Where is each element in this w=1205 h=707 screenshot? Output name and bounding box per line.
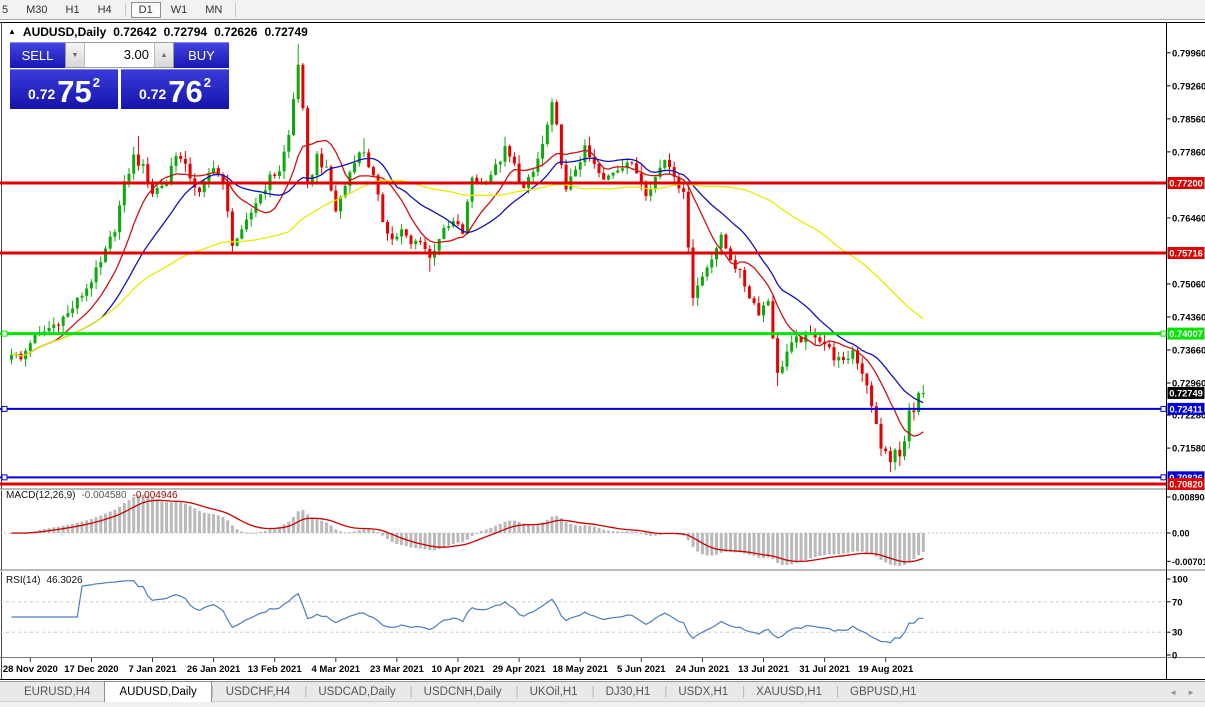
volume-input[interactable]: 3.00 [85,43,154,67]
chart-tab-dj30-h1[interactable]: DJ30,H1 [592,682,665,702]
svg-text:100: 100 [1172,575,1188,586]
chart-tab-usdcnh-daily[interactable]: USDCNH,Daily [410,682,516,702]
svg-text:24 Jun 2021: 24 Jun 2021 [675,664,730,675]
svg-text:29 Apr 2021: 29 Apr 2021 [493,664,547,675]
sell-button[interactable]: SELL [10,42,65,68]
svg-text:13 Jul 2021: 13 Jul 2021 [738,664,789,675]
macd-indicator-label: MACD(12,26,9) -0.004580 -0.004946 [6,490,178,501]
chart-tab-ukoil-h1[interactable]: UKOil,H1 [516,682,592,702]
svg-text:0.75716: 0.75716 [1169,249,1203,259]
buy-price-prefix: 0.72 [139,86,166,102]
svg-text:0.79260: 0.79260 [1172,81,1205,92]
timeframe-button-m30[interactable]: M30 [18,2,55,18]
chart-tab-xauusd-h1[interactable]: XAUUSD,H1 [742,682,836,702]
one-click-trade-panel: SELL ▼ 3.00 ▲ BUY 0.72 75 2 0.72 76 2 [10,42,229,109]
svg-text:28 Nov 2020: 28 Nov 2020 [3,664,58,675]
mt4-window: 0.008904 0.00 -0.00701 100 70 30 0 0.79960 0.792… [0,0,1205,707]
chart-tab-usdcad-daily[interactable]: USDCAD,Daily [304,682,409,702]
rsi-indicator-label: RSI(14) 46.3026 [6,575,83,586]
svg-text:4 Mar 2021: 4 Mar 2021 [312,664,361,675]
chart-title: ▲ AUDUSD,Daily 0.72642 0.72794 0.72626 0… [8,25,308,39]
timeframe-button-d1[interactable]: D1 [131,2,161,18]
buy-button[interactable]: BUY [174,42,229,68]
volume-increase-icon[interactable]: ▲ [154,43,173,67]
timeframe-button-mn[interactable]: MN [197,2,230,18]
sell-price-prefix: 0.72 [28,86,55,102]
chart-tabs: EURUSD,H4AUDUSD,DailyUSDCHF,H4USDCAD,Dai… [0,682,930,702]
svg-text:0.008904: 0.008904 [1172,493,1205,503]
ohlc-low: 0.72626 [214,25,257,39]
timeframe-button-w1[interactable]: W1 [163,2,196,18]
chart-tab-usdchf-h4[interactable]: USDCHF,H4 [212,682,305,702]
toolbar-separator [235,3,236,17]
svg-text:0.77860: 0.77860 [1172,147,1205,158]
chart-tab-audusd-daily[interactable]: AUDUSD,Daily [104,681,211,702]
svg-text:18 May 2021: 18 May 2021 [552,664,608,675]
svg-text:26 Jan 2021: 26 Jan 2021 [187,664,241,675]
svg-text:7 Jan 2021: 7 Jan 2021 [128,664,177,675]
svg-text:30: 30 [1172,628,1183,639]
svg-text:-0.00701: -0.00701 [1172,557,1205,567]
buy-price-button[interactable]: 0.72 76 2 [121,69,229,109]
toolbar-separator [125,3,126,17]
tab-scroll-arrows: ◄ ► [1169,682,1205,702]
sell-price-big: 75 [57,78,91,106]
volume-spinner: ▼ 3.00 ▲ [65,42,174,68]
chart-tab-eurusd-h4[interactable]: EURUSD,H4 [10,682,104,702]
svg-text:0.70820: 0.70820 [1169,479,1203,489]
buy-price-big: 76 [168,78,202,106]
macd-value-main: -0.004580 [81,490,126,501]
svg-text:0.78560: 0.78560 [1172,114,1205,125]
chart-tab-bar: EURUSD,H4AUDUSD,DailyUSDCHF,H4USDCAD,Dai… [0,681,1205,702]
svg-text:0.72411: 0.72411 [1169,404,1202,414]
svg-text:0.74007: 0.74007 [1169,329,1203,339]
svg-text:0: 0 [1172,651,1177,662]
sell-price-button[interactable]: 0.72 75 2 [10,69,118,109]
tab-scroll-right-icon[interactable]: ► [1187,688,1195,697]
svg-text:0.77200: 0.77200 [1169,179,1203,189]
collapse-icon[interactable]: ▲ [8,27,16,36]
rsi-name: RSI(14) [6,575,40,586]
timeframe-button-h4[interactable]: H4 [90,2,120,18]
rsi-value: 46.3026 [46,575,82,586]
svg-text:0.00: 0.00 [1172,529,1190,539]
svg-text:0.75060: 0.75060 [1172,279,1205,290]
macd-name: MACD(12,26,9) [6,490,75,501]
timeframe-button-5[interactable]: 5 [0,2,16,18]
svg-text:0.72749: 0.72749 [1169,388,1203,398]
ohlc-open: 0.72642 [113,25,156,39]
chart-symbol: AUDUSD,Daily [23,25,106,39]
svg-text:70: 70 [1172,597,1183,608]
ohlc-close: 0.72749 [264,25,307,39]
svg-text:31 Jul 2021: 31 Jul 2021 [799,664,850,675]
svg-text:0.73660: 0.73660 [1172,345,1205,356]
svg-text:0.71580: 0.71580 [1172,444,1205,455]
volume-decrease-icon[interactable]: ▼ [66,43,85,67]
tab-scroll-left-icon[interactable]: ◄ [1169,688,1177,697]
svg-text:0.79960: 0.79960 [1172,48,1205,59]
svg-text:23 Mar 2021: 23 Mar 2021 [370,664,425,675]
buy-price-pip: 2 [204,75,211,90]
svg-text:10 Apr 2021: 10 Apr 2021 [432,664,486,675]
timeframe-button-h1[interactable]: H1 [58,2,88,18]
svg-text:0.74360: 0.74360 [1172,312,1205,323]
chart-tab-gbpusd-h1[interactable]: GBPUSD,H1 [836,682,930,702]
chart-tab-usdx-h1[interactable]: USDX,H1 [664,682,742,702]
timeframe-toolbar: 5M30H1H4 D1W1MN [0,0,1205,20]
svg-text:0.76460: 0.76460 [1172,213,1205,224]
svg-text:17 Dec 2020: 17 Dec 2020 [64,664,118,675]
svg-text:5 Jun 2021: 5 Jun 2021 [617,664,666,675]
ohlc-high: 0.72794 [164,25,207,39]
sell-price-pip: 2 [93,75,100,90]
svg-text:13 Feb 2021: 13 Feb 2021 [248,664,303,675]
svg-text:19 Aug 2021: 19 Aug 2021 [858,664,914,675]
macd-value-signal: -0.004946 [133,490,178,501]
